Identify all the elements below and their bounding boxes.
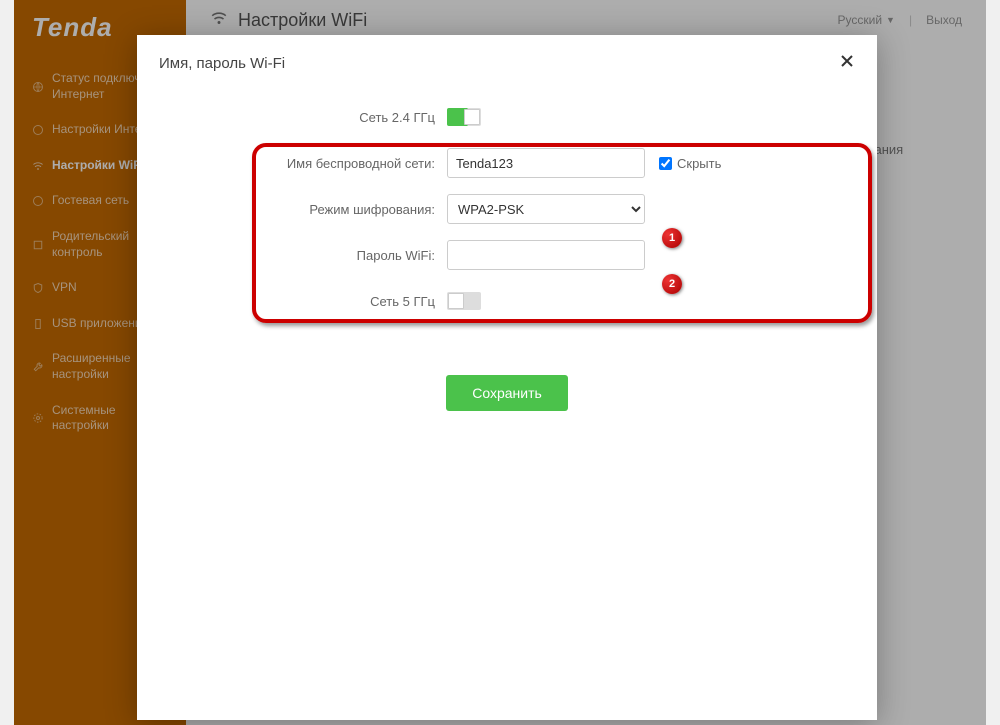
band5-label: Сеть 5 ГГц [157, 294, 447, 309]
save-button[interactable]: Сохранить [446, 375, 568, 411]
form-area: Сеть 2.4 ГГц Имя беспроводной сети: Скры… [137, 101, 877, 411]
wifi-settings-modal: Имя, пароль Wi-Fi Сеть 2.4 ГГц Имя беспр… [137, 35, 877, 720]
hide-ssid-checkbox[interactable] [659, 157, 672, 170]
encryption-label: Режим шифрования: [157, 202, 447, 217]
hide-ssid-label: Скрыть [677, 156, 721, 171]
encryption-select[interactable]: WPA2-PSK [447, 194, 645, 224]
annotation-badge-1: 1 [662, 228, 682, 248]
password-input[interactable] [447, 240, 645, 270]
close-button[interactable] [839, 53, 855, 73]
hide-ssid-wrap[interactable]: Скрыть [659, 156, 721, 171]
ssid-label: Имя беспроводной сети: [157, 156, 447, 171]
band24-label: Сеть 2.4 ГГц [157, 110, 447, 125]
ssid-input[interactable] [447, 148, 645, 178]
password-label: Пароль WiFi: [157, 248, 447, 263]
band24-toggle[interactable] [447, 108, 481, 126]
annotation-badge-2: 2 [662, 274, 682, 294]
band5-toggle[interactable] [447, 292, 481, 310]
modal-title: Имя, пароль Wi-Fi [159, 55, 285, 72]
